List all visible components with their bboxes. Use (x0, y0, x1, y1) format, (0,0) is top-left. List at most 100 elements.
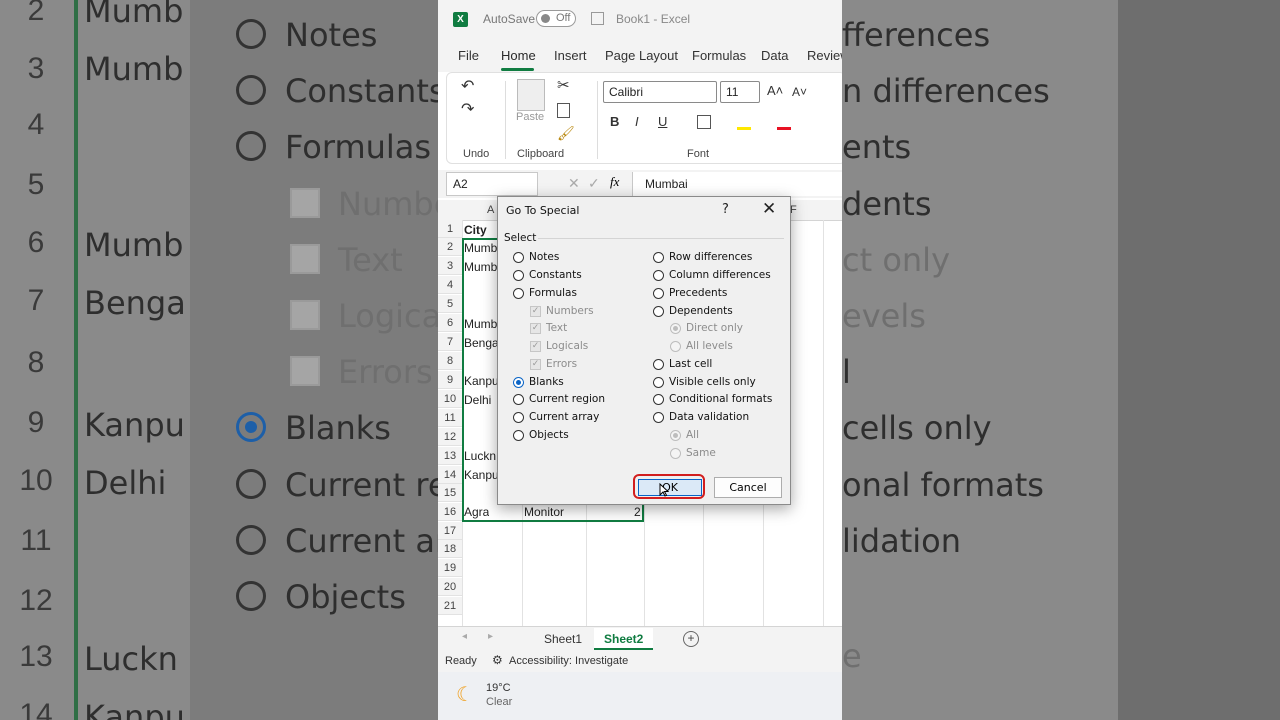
scroll-left-icon[interactable]: ◂ (462, 631, 467, 642)
save-icon[interactable] (591, 12, 604, 25)
row-header[interactable]: 7 (438, 333, 462, 351)
tab-data[interactable]: Data (761, 48, 788, 63)
row-header[interactable]: 2 (438, 238, 462, 256)
row-header[interactable]: 8 (438, 352, 462, 370)
radio-icon[interactable] (653, 288, 664, 299)
row-header[interactable]: 1 (438, 220, 462, 238)
radio-selected-icon[interactable] (513, 377, 524, 388)
sheet-tab-sheet1[interactable]: Sheet1 (534, 628, 592, 650)
formula-input[interactable]: Mumbai (632, 172, 842, 196)
sheet-tabs-bar: ◂ ▸ Sheet1 Sheet2 + (438, 626, 842, 651)
borders-icon[interactable] (697, 115, 711, 129)
italic-button[interactable]: I (635, 114, 639, 129)
bg-row-number: 5 (27, 168, 45, 201)
cut-icon[interactable]: ✂ (557, 76, 570, 94)
row-header[interactable]: 15 (438, 484, 462, 502)
row-header[interactable]: 3 (438, 257, 462, 275)
close-icon[interactable]: ✕ (762, 199, 776, 219)
cell-a10[interactable]: Delhi (464, 393, 491, 407)
cancel-entry-icon[interactable]: ✕ (568, 175, 580, 192)
radio-icon[interactable] (653, 270, 664, 281)
increase-font-size-button[interactable]: A˄ (767, 83, 783, 98)
radio-icon[interactable] (653, 377, 664, 388)
moon-weather-icon: ☾ (456, 684, 474, 706)
row-header[interactable]: 6 (438, 314, 462, 332)
row-header[interactable]: 4 (438, 276, 462, 294)
weather-temp[interactable]: 19°C (486, 682, 511, 694)
enter-entry-icon[interactable]: ✓ (588, 175, 600, 192)
cell-a16[interactable]: Agra (464, 505, 489, 519)
help-button[interactable]: ? (722, 202, 729, 217)
font-color-icon[interactable] (777, 127, 791, 130)
cell-a13[interactable]: Luckn (464, 449, 496, 463)
option-label: Constants (529, 269, 582, 281)
cell-a9[interactable]: Kanpu (464, 374, 499, 388)
bg-option: fferences (842, 16, 991, 54)
bg-row-number: 11 (20, 524, 52, 557)
copy-icon[interactable] (557, 103, 570, 118)
radio-icon[interactable] (653, 252, 664, 263)
accessibility-status[interactable]: Accessibility: Investigate (509, 655, 628, 667)
bold-button[interactable]: B (610, 114, 619, 129)
tab-page-layout[interactable]: Page Layout (605, 48, 678, 63)
sheet-tab-sheet2[interactable]: Sheet2 (594, 628, 654, 650)
tab-file[interactable]: File (458, 48, 479, 63)
row-header[interactable]: 11 (438, 409, 462, 427)
column-header-f[interactable]: F (790, 204, 797, 216)
row-header[interactable]: 21 (438, 597, 462, 615)
column-header-a[interactable]: A (487, 204, 494, 216)
row-header[interactable]: 18 (438, 540, 462, 558)
tab-formulas[interactable]: Formulas (692, 48, 746, 63)
row-header[interactable]: 5 (438, 295, 462, 313)
radio-icon[interactable] (513, 288, 524, 299)
cell-a3[interactable]: Mumb (464, 260, 497, 274)
autosave-toggle[interactable]: Off (536, 10, 576, 27)
name-box[interactable]: A2 (446, 172, 538, 196)
paste-icon[interactable] (517, 79, 545, 111)
scroll-right-icon[interactable]: ▸ (488, 631, 493, 642)
radio-icon[interactable] (653, 412, 664, 423)
option-label: Logicals (546, 340, 589, 352)
active-tab-indicator (501, 68, 534, 71)
bg-checkbox-icon (290, 244, 320, 274)
tab-review[interactable]: Review (807, 48, 842, 63)
tab-insert[interactable]: Insert (554, 48, 587, 63)
font-size-select[interactable]: 11 (720, 81, 760, 103)
row-header[interactable]: 9 (438, 371, 462, 389)
radio-icon[interactable] (513, 252, 524, 263)
radio-icon[interactable] (513, 412, 524, 423)
redo-icon[interactable]: ↷ (461, 99, 474, 119)
radio-icon[interactable] (513, 430, 524, 441)
cell-a2[interactable]: Mumb (464, 241, 497, 255)
font-name-select[interactable]: Calibri (603, 81, 717, 103)
row-header[interactable]: 13 (438, 447, 462, 465)
radio-icon[interactable] (513, 394, 524, 405)
cancel-button[interactable]: Cancel (714, 477, 782, 498)
fill-color-icon[interactable] (737, 127, 751, 130)
cell-c16[interactable]: 2 (634, 505, 641, 519)
row-header[interactable]: 17 (438, 522, 462, 540)
cell-a14[interactable]: Kanpu (464, 468, 499, 482)
radio-icon[interactable] (653, 359, 664, 370)
add-sheet-icon[interactable]: + (683, 631, 699, 647)
row-header[interactable]: 19 (438, 559, 462, 577)
row-header[interactable]: 10 (438, 390, 462, 408)
radio-icon[interactable] (653, 394, 664, 405)
radio-icon[interactable] (513, 270, 524, 281)
row-header[interactable]: 14 (438, 466, 462, 484)
insert-function-icon[interactable]: fx (610, 174, 619, 190)
bg-option: onal formats (842, 466, 1044, 504)
decrease-font-size-button[interactable]: A˅ (792, 85, 807, 99)
format-painter-icon[interactable]: 🖌 (557, 125, 575, 142)
underline-button[interactable]: U (658, 114, 667, 129)
cell-a6[interactable]: Mumb (464, 317, 497, 331)
row-header[interactable]: 20 (438, 578, 462, 596)
radio-icon[interactable] (653, 306, 664, 317)
row-header[interactable]: 16 (438, 503, 462, 521)
cell-a7[interactable]: Benga (464, 336, 499, 350)
tab-home[interactable]: Home (501, 48, 536, 63)
undo-icon[interactable]: ↶ (461, 76, 474, 96)
cell-a1[interactable]: City (464, 223, 487, 237)
row-header[interactable]: 12 (438, 428, 462, 446)
cell-b16[interactable]: Monitor (524, 505, 564, 519)
